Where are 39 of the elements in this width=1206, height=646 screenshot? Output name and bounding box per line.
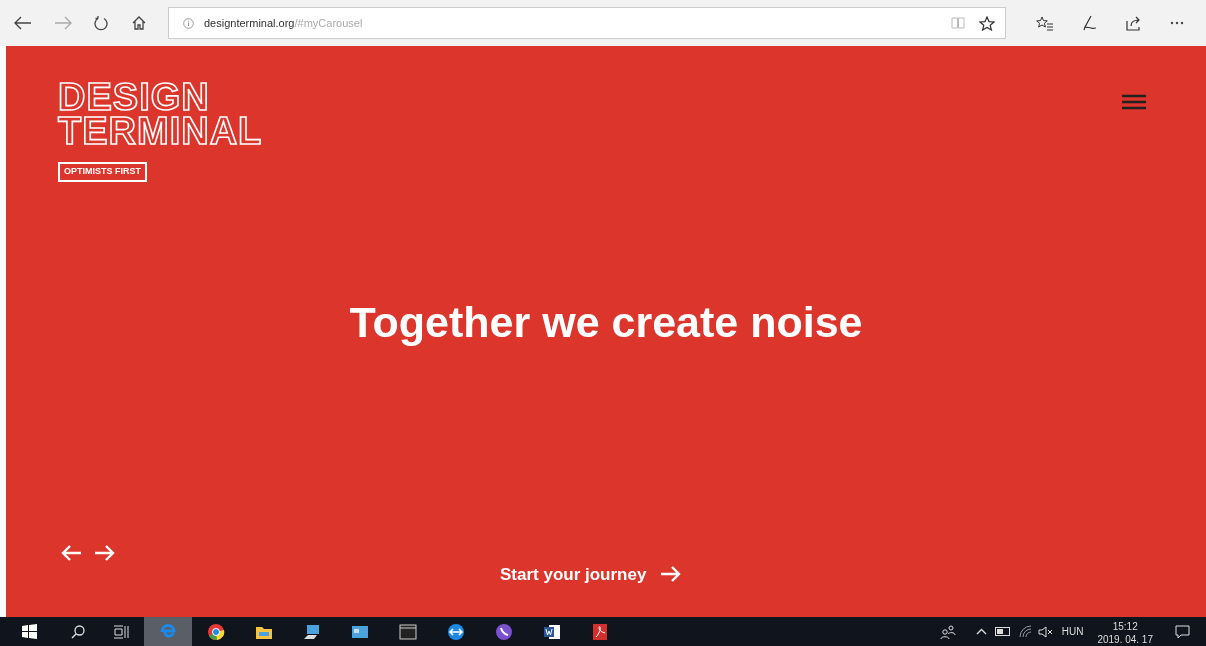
star-icon[interactable] — [979, 15, 995, 31]
share-icon[interactable] — [1126, 15, 1142, 31]
viber-icon — [495, 622, 513, 641]
url-text: designterminal.org/#myCarousel — [204, 15, 363, 31]
language-indicator[interactable]: HUN — [1061, 624, 1084, 639]
cta-link[interactable]: Start your journey — [500, 561, 683, 587]
chrome-icon — [207, 622, 225, 641]
favorites-icon[interactable] — [1036, 15, 1054, 31]
home-icon[interactable] — [132, 16, 146, 30]
info-icon — [183, 17, 194, 29]
terminal-window-icon — [399, 622, 417, 641]
pdf-icon — [591, 622, 609, 641]
people-icon[interactable] — [939, 624, 956, 639]
windows-start-icon[interactable] — [21, 624, 37, 639]
more-icon[interactable] — [1170, 21, 1184, 25]
headline: Together we create noise — [349, 296, 863, 348]
refresh-icon[interactable] — [94, 15, 108, 31]
chevron-up-icon[interactable] — [975, 628, 987, 635]
wifi-icon[interactable] — [1018, 625, 1032, 638]
search-icon[interactable] — [71, 624, 85, 639]
arrow-right-icon — [660, 565, 683, 584]
back-icon[interactable] — [14, 16, 32, 30]
notification-icon[interactable] — [1175, 624, 1190, 639]
muted-speaker-icon[interactable] — [1037, 625, 1054, 638]
computer-icon — [303, 622, 321, 641]
battery-icon[interactable] — [994, 627, 1011, 636]
previous-arrow-icon[interactable] — [60, 543, 82, 562]
next-arrow-icon[interactable] — [94, 543, 116, 562]
teamviewer-icon — [447, 622, 465, 641]
edge-browser-icon — [159, 622, 177, 641]
clock-date[interactable]: 2019. 04. 17 — [1097, 633, 1153, 646]
word-icon — [543, 622, 561, 641]
clock-time[interactable]: 15:12 — [1112, 620, 1138, 633]
logo-text[interactable]: DESIGN TERMINAL — [58, 80, 263, 148]
tagline-badge: OPTIMISTS FIRST — [58, 162, 147, 182]
pen-icon[interactable] — [1082, 15, 1098, 31]
task-view-icon[interactable] — [113, 624, 129, 639]
menu-icon[interactable] — [1122, 94, 1146, 110]
address-bar[interactable]: designterminal.org/#myCarousel — [168, 7, 1006, 39]
